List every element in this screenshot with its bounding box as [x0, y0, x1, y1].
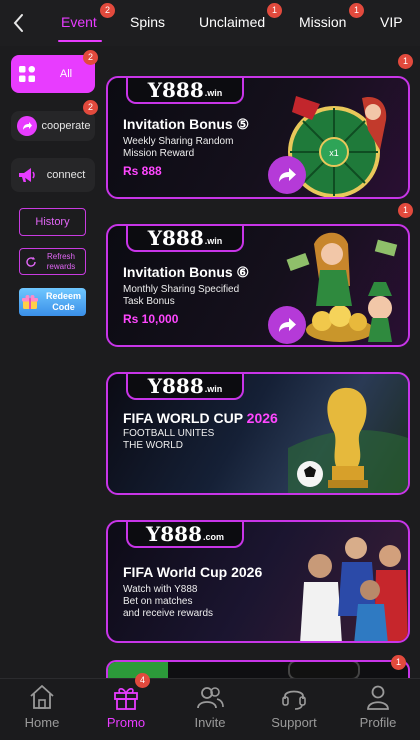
nav-promo[interactable]: 4 Promo: [84, 673, 168, 740]
banner-share-button[interactable]: [268, 306, 306, 344]
trophy-illustration: [288, 387, 408, 493]
megaphone-icon: [17, 165, 37, 185]
gift-icon: [112, 683, 140, 711]
y888-logo: Y888 .win: [126, 78, 244, 104]
refresh-rewards-label: Refresh rewards: [46, 251, 76, 271]
active-tab-indicator: [58, 40, 102, 42]
banner-invitation-bonus-5[interactable]: Y888 .win Invitation Bonus ⑤ Weekly Shari…: [106, 76, 410, 199]
y888-logo: Y888 .com: [126, 522, 244, 548]
banner-title: Invitation Bonus ⑥: [123, 264, 250, 280]
nav-profile[interactable]: Profile: [336, 679, 420, 740]
banner-2-badge: 1: [398, 203, 413, 218]
grid-icon: [17, 64, 37, 84]
sidebar-item-cooperate[interactable]: cooperate: [11, 111, 95, 141]
banner-fifa-world-cup-watch[interactable]: Y888 .com FIFA World Cup 2026 Watch with …: [106, 520, 410, 643]
banner-partial[interactable]: [106, 660, 410, 678]
refresh-icon: [23, 256, 39, 268]
share-arrow-icon: [17, 116, 37, 136]
nav-home[interactable]: Home: [0, 679, 84, 740]
tab-event[interactable]: Event: [61, 14, 97, 30]
banner-title: FIFA WORLD CUP 2026: [123, 410, 278, 426]
redeem-code-button[interactable]: Redeem Code: [19, 288, 86, 316]
sidebar-cooperate-badge: 2: [83, 100, 98, 115]
sidebar-item-connect-label: connect: [46, 168, 86, 181]
nav-invite-label: Invite: [194, 715, 226, 730]
bottom-navigation: Home 4 Promo Invite Support Profile: [0, 673, 420, 740]
history-button[interactable]: History: [19, 208, 86, 236]
tab-event-badge: 2: [100, 3, 115, 18]
banner-title: FIFA World Cup 2026: [123, 564, 263, 580]
banner-subtitle: Watch with Y888 Bet on matches and receive…: [123, 584, 214, 619]
banner-subtitle: Monthly Sharing Specified Task Bonus: [123, 284, 240, 307]
share-arrow-icon: [277, 166, 297, 184]
nav-support-label: Support: [271, 715, 317, 730]
nav-promo-badge: 4: [135, 673, 150, 688]
banner-fifa-world-cup-2026[interactable]: Y888 .win FIFA WORLD CUP 2026 FOOTBALL UN…: [106, 372, 410, 495]
redeem-code-label: Redeem Code: [45, 291, 81, 312]
y888-logo: Y888 .win: [126, 226, 244, 252]
gift-box-icon: [19, 294, 41, 310]
sidebar-item-all[interactable]: All: [11, 55, 95, 93]
back-arrow-icon[interactable]: [8, 10, 30, 36]
home-icon: [28, 683, 56, 711]
tab-unclaimed[interactable]: Unclaimed: [199, 14, 265, 30]
nav-profile-label: Profile: [359, 715, 397, 730]
refresh-rewards-button[interactable]: Refresh rewards: [19, 248, 86, 275]
profile-icon: [364, 683, 392, 711]
tab-mission-badge: 1: [349, 3, 364, 18]
promo-screen: Event 2 Spins Unclaimed 1 Mission 1 VIP …: [0, 0, 420, 740]
sidebar-item-connect[interactable]: connect: [11, 158, 95, 192]
banner-subtitle: Weekly Sharing Random Mission Reward: [123, 136, 234, 159]
sidebar-item-cooperate-label: cooperate: [41, 119, 91, 132]
tab-spins[interactable]: Spins: [130, 14, 165, 30]
y888-logo: Y888 .win: [126, 374, 244, 400]
banner-1-badge: 1: [398, 54, 413, 69]
nav-support[interactable]: Support: [252, 679, 336, 740]
nav-promo-label: Promo: [106, 715, 146, 730]
sidebar-all-badge: 2: [83, 50, 98, 65]
nav-home-label: Home: [24, 715, 60, 730]
banner-amount: Rs 888: [123, 164, 162, 178]
svg-text:x1: x1: [329, 148, 339, 158]
nav-invite[interactable]: Invite: [168, 679, 252, 740]
sidebar-item-all-label: All: [59, 67, 73, 80]
banner-subtitle: FOOTBALL UNITES THE WORLD: [123, 428, 215, 451]
headset-icon: [280, 683, 308, 711]
tab-vip[interactable]: VIP: [380, 14, 403, 30]
banner-amount: Rs 10,000: [123, 312, 179, 326]
top-tab-bar: Event 2 Spins Unclaimed 1 Mission 1 VIP: [0, 0, 420, 46]
share-arrow-icon: [277, 316, 297, 334]
banner-title: Invitation Bonus ⑤: [123, 116, 250, 132]
banner-partial-badge: 1: [391, 655, 406, 670]
banner-share-button[interactable]: [268, 156, 306, 194]
tab-mission[interactable]: Mission: [299, 14, 346, 30]
football-players-illustration: [300, 537, 408, 641]
tab-unclaimed-badge: 1: [267, 3, 282, 18]
banner-invitation-bonus-6[interactable]: Y888 .win Invitation Bonus ⑥ Monthly Shar…: [106, 224, 410, 347]
invite-icon: [196, 683, 224, 711]
